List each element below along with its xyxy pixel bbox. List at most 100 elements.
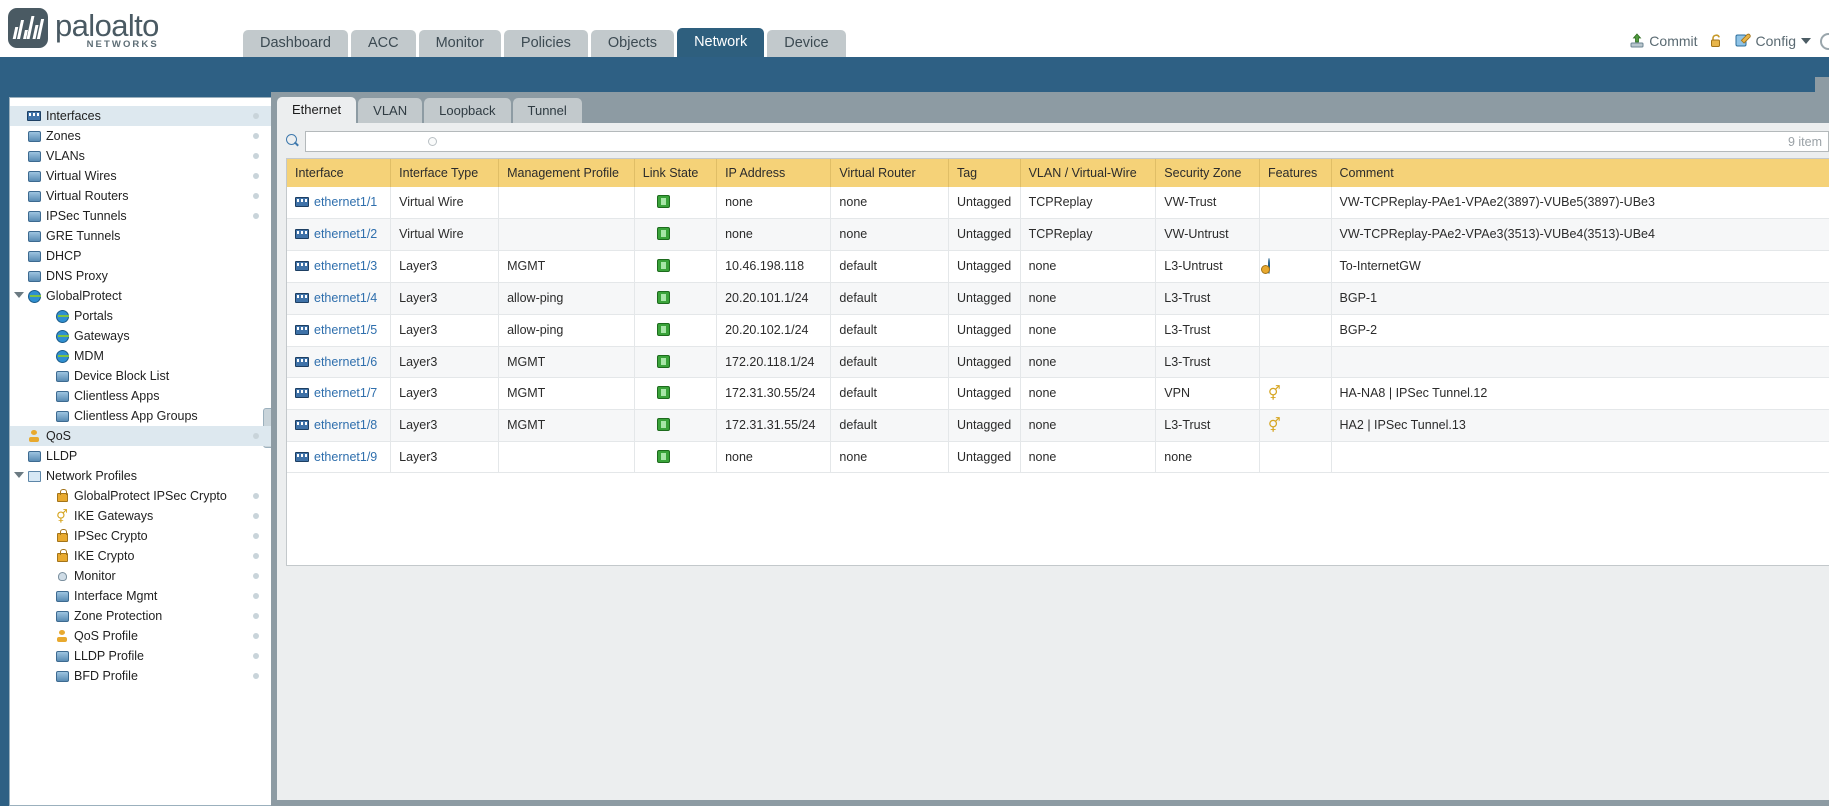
- sidebar-item-globalprotect-ipsec-crypto[interactable]: GlobalProtect IPSec Crypto: [10, 486, 271, 506]
- cell-interface[interactable]: ethernet1/4: [287, 283, 391, 315]
- interface-link[interactable]: ethernet1/2: [314, 227, 377, 241]
- nav-tab-objects[interactable]: Objects: [591, 30, 674, 57]
- palo-alto-firewall-ui: paloalto NETWORKS DashboardACCMonitorPol…: [0, 0, 1829, 806]
- sidebar-item-gre-tunnels[interactable]: GRE Tunnels: [10, 226, 271, 246]
- vlan-icon: [26, 149, 42, 163]
- table-row[interactable]: ethernet1/4Layer3allow-ping20.20.101.1/2…: [287, 283, 1829, 315]
- interface-link[interactable]: ethernet1/1: [314, 195, 377, 209]
- sidebar-item-portals[interactable]: Portals: [10, 306, 271, 326]
- cell-link-state: [634, 442, 716, 473]
- cell-security-zone: L3-Trust: [1156, 315, 1260, 347]
- sidebar-item-virtual-wires[interactable]: Virtual Wires: [10, 166, 271, 186]
- sidebar-item-qos-profile[interactable]: QoS Profile: [10, 626, 271, 646]
- config-menu[interactable]: Config: [1735, 33, 1811, 49]
- twisty-expanded-icon[interactable]: [14, 292, 24, 298]
- column-header-interface[interactable]: Interface: [287, 159, 391, 187]
- column-header-security-zone[interactable]: Security Zone: [1156, 159, 1260, 187]
- cell-link-state: [634, 315, 716, 347]
- interface-link[interactable]: ethernet1/9: [314, 450, 377, 464]
- sidebar-item-gateways[interactable]: Gateways: [10, 326, 271, 346]
- interface-link[interactable]: ethernet1/3: [314, 259, 377, 273]
- nav-tab-network[interactable]: Network: [677, 28, 764, 57]
- sidebar-item-ipsec-tunnels[interactable]: IPSec Tunnels: [10, 206, 271, 226]
- column-header-tag[interactable]: Tag: [948, 159, 1020, 187]
- tab-ethernet[interactable]: Ethernet: [277, 97, 356, 123]
- interface-link[interactable]: ethernet1/6: [314, 355, 377, 369]
- column-header-comment[interactable]: Comment: [1331, 159, 1829, 187]
- interface-link[interactable]: ethernet1/7: [314, 386, 377, 400]
- lock-button[interactable]: [1709, 33, 1724, 49]
- cell-ip-address: 20.20.102.1/24: [717, 315, 831, 347]
- cell-interface[interactable]: ethernet1/1: [287, 187, 391, 219]
- sidebar-item-globalprotect[interactable]: GlobalProtect: [10, 286, 271, 306]
- sidebar-item-bfd-profile[interactable]: BFD Profile: [10, 666, 271, 686]
- cell-interface[interactable]: ethernet1/8: [287, 410, 391, 442]
- interface-link[interactable]: ethernet1/4: [314, 291, 377, 305]
- sidebar-item-network-profiles[interactable]: Network Profiles: [10, 466, 271, 486]
- cell-interface[interactable]: ethernet1/9: [287, 442, 391, 473]
- sidebar-item-bullet: [253, 433, 259, 439]
- cell-interface[interactable]: ethernet1/5: [287, 315, 391, 347]
- table-row[interactable]: ethernet1/8Layer3MGMT172.31.31.55/24defa…: [287, 410, 1829, 442]
- sidebar-item-label: QoS Profile: [74, 629, 138, 643]
- search-cursor-marker: [428, 137, 437, 146]
- cell-interface[interactable]: ethernet1/6: [287, 347, 391, 378]
- cell-interface[interactable]: ethernet1/2: [287, 219, 391, 251]
- cell-interface[interactable]: ethernet1/7: [287, 378, 391, 410]
- sidebar-item-ipsec-crypto[interactable]: IPSec Crypto: [10, 526, 271, 546]
- sidebar-item-clientless-apps[interactable]: Clientless Apps: [10, 386, 271, 406]
- sidebar-item-qos[interactable]: QoS: [10, 426, 271, 446]
- sidebar-item-interface-mgmt[interactable]: Interface Mgmt: [10, 586, 271, 606]
- commit-button[interactable]: Commit: [1629, 33, 1697, 49]
- column-header-interface-type[interactable]: Interface Type: [391, 159, 499, 187]
- device-block-icon: [54, 369, 70, 383]
- sidebar-item-interfaces[interactable]: Interfaces: [10, 106, 271, 126]
- nav-tab-dashboard[interactable]: Dashboard: [243, 30, 348, 57]
- column-header-ip-address[interactable]: IP Address: [717, 159, 831, 187]
- sidebar-item-label: LLDP Profile: [74, 649, 144, 663]
- twisty-expanded-icon[interactable]: [14, 472, 24, 478]
- globalprotect-icon: [26, 289, 42, 303]
- cell-interface[interactable]: ethernet1/3: [287, 251, 391, 283]
- column-header-management-profile[interactable]: Management Profile: [499, 159, 635, 187]
- table-row[interactable]: ethernet1/2Virtual WirenonenoneUntaggedT…: [287, 219, 1829, 251]
- sidebar-item-zone-protection[interactable]: Zone Protection: [10, 606, 271, 626]
- sidebar-item-zones[interactable]: Zones: [10, 126, 271, 146]
- tab-loopback[interactable]: Loopback: [424, 98, 510, 123]
- sidebar-item-dns-proxy[interactable]: DNS Proxy: [10, 266, 271, 286]
- sidebar-item-clientless-app-groups[interactable]: Clientless App Groups: [10, 406, 271, 426]
- column-header-virtual-router[interactable]: Virtual Router: [831, 159, 949, 187]
- sidebar-item-virtual-routers[interactable]: Virtual Routers: [10, 186, 271, 206]
- nav-tab-acc[interactable]: ACC: [351, 30, 416, 57]
- sidebar-item-lldp-profile[interactable]: LLDP Profile: [10, 646, 271, 666]
- sidebar-item-mdm[interactable]: MDM: [10, 346, 271, 366]
- interface-link[interactable]: ethernet1/5: [314, 323, 377, 337]
- nav-tab-monitor[interactable]: Monitor: [419, 30, 501, 57]
- interface-link[interactable]: ethernet1/8: [314, 418, 377, 432]
- column-header-link-state[interactable]: Link State: [634, 159, 716, 187]
- table-row[interactable]: ethernet1/6Layer3MGMT172.20.118.1/24defa…: [287, 347, 1829, 378]
- table-row[interactable]: ethernet1/9Layer3nonenoneUntaggednonenon…: [287, 442, 1829, 473]
- cell-interface-type: Layer3: [391, 347, 499, 378]
- table-row[interactable]: ethernet1/1Virtual WirenonenoneUntaggedT…: [287, 187, 1829, 219]
- tab-tunnel[interactable]: Tunnel: [513, 98, 582, 123]
- interfaces-table-container: InterfaceInterface TypeManagement Profil…: [286, 158, 1829, 566]
- tab-vlan[interactable]: VLAN: [358, 98, 422, 123]
- nav-tab-device[interactable]: Device: [767, 30, 845, 57]
- column-header-vlan-virtual-wire[interactable]: VLAN / Virtual-Wire: [1020, 159, 1156, 187]
- search-circle-icon[interactable]: [1820, 33, 1829, 50]
- padlock-icon: [54, 489, 70, 503]
- sidebar-item-dhcp[interactable]: DHCP: [10, 246, 271, 266]
- sidebar-item-ike-gateways[interactable]: ⚥IKE Gateways: [10, 506, 271, 526]
- column-header-features[interactable]: Features: [1259, 159, 1331, 187]
- sidebar-item-monitor[interactable]: Monitor: [10, 566, 271, 586]
- sidebar-item-device-block-list[interactable]: Device Block List: [10, 366, 271, 386]
- sidebar-item-vlans[interactable]: VLANs: [10, 146, 271, 166]
- nav-tab-policies[interactable]: Policies: [504, 30, 588, 57]
- table-row[interactable]: ethernet1/3Layer3MGMT10.46.198.118defaul…: [287, 251, 1829, 283]
- table-row[interactable]: ethernet1/5Layer3allow-ping20.20.102.1/2…: [287, 315, 1829, 347]
- search-input[interactable]: 9 item: [305, 131, 1829, 152]
- table-row[interactable]: ethernet1/7Layer3MGMT172.31.30.55/24defa…: [287, 378, 1829, 410]
- sidebar-item-ike-crypto[interactable]: IKE Crypto: [10, 546, 271, 566]
- sidebar-item-lldp[interactable]: LLDP: [10, 446, 271, 466]
